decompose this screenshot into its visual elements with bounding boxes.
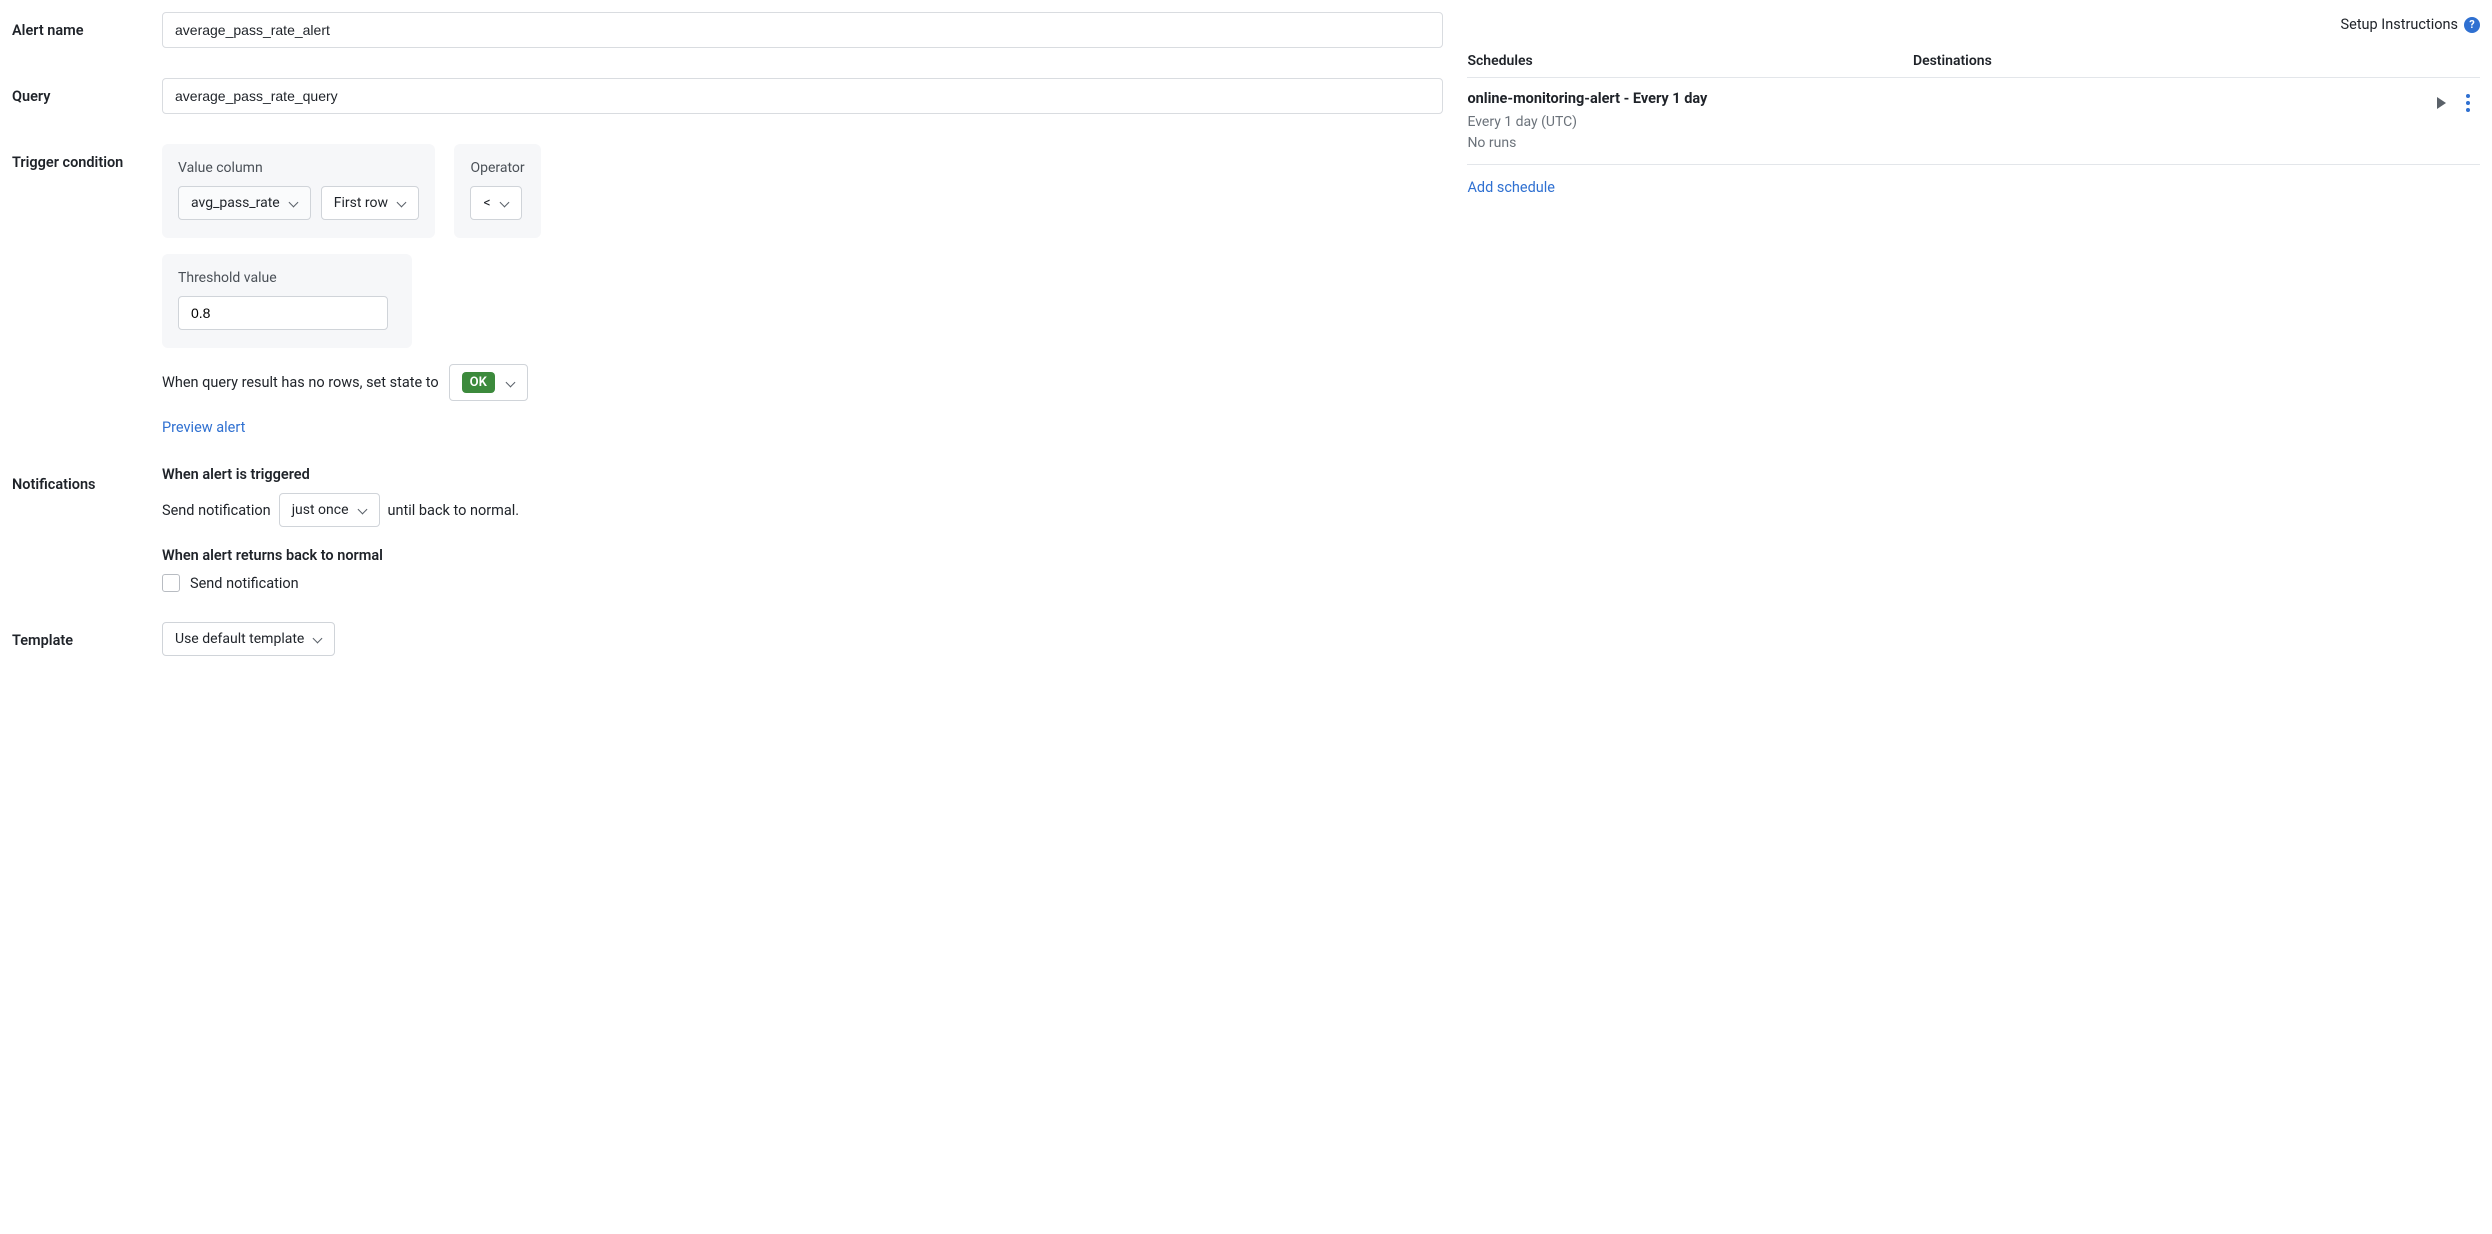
threshold-input[interactable] — [178, 296, 388, 330]
chevron-down-icon — [505, 378, 515, 388]
schedule-row: online-monitoring-alert - Every 1 day Ev… — [1467, 78, 2480, 165]
frequency-select[interactable]: just once — [279, 493, 380, 527]
operator-label: Operator — [470, 160, 524, 176]
operator-select[interactable]: < — [470, 186, 521, 220]
query-label: Query — [12, 78, 162, 105]
template-label: Template — [12, 622, 162, 649]
query-input[interactable] — [162, 78, 1443, 114]
value-column-text: avg_pass_rate — [191, 195, 280, 211]
no-rows-text: When query result has no rows, set state… — [162, 374, 439, 391]
trigger-condition-label: Trigger condition — [12, 144, 162, 171]
setup-instructions-text: Setup Instructions — [2341, 16, 2458, 33]
template-text: Use default template — [175, 631, 304, 647]
chevron-down-icon — [357, 505, 367, 515]
play-icon[interactable] — [2437, 97, 2446, 109]
normal-heading: When alert returns back to normal — [162, 547, 1443, 564]
ok-badge: OK — [462, 372, 495, 393]
no-rows-state-select[interactable]: OK — [449, 364, 528, 401]
preview-alert-link[interactable]: Preview alert — [162, 419, 1443, 436]
schedule-cadence: Every 1 day (UTC) — [1467, 112, 2437, 133]
template-select[interactable]: Use default template — [162, 622, 335, 656]
add-schedule-link[interactable]: Add schedule — [1467, 165, 1555, 196]
chevron-down-icon — [499, 198, 509, 208]
value-column-group: Value column avg_pass_rate First row — [162, 144, 435, 238]
frequency-text: just once — [292, 502, 349, 518]
schedule-title: online-monitoring-alert - Every 1 day — [1467, 88, 1727, 110]
threshold-group: Threshold value — [162, 254, 412, 348]
chevron-down-icon — [288, 198, 298, 208]
alert-name-input[interactable] — [162, 12, 1443, 48]
schedule-runs: No runs — [1467, 133, 2437, 154]
operator-group: Operator < — [454, 144, 540, 238]
help-icon: ? — [2464, 17, 2480, 33]
value-column-select[interactable]: avg_pass_rate — [178, 186, 311, 220]
setup-instructions-link[interactable]: Setup Instructions ? — [1467, 16, 2480, 33]
chevron-down-icon — [396, 198, 406, 208]
operator-text: < — [483, 195, 490, 211]
threshold-label: Threshold value — [178, 270, 396, 286]
row-scope-text: First row — [334, 195, 388, 211]
kebab-menu-icon[interactable] — [2464, 92, 2472, 114]
destinations-header: Destinations — [1913, 53, 1992, 69]
notifications-label: Notifications — [12, 466, 162, 493]
triggered-heading: When alert is triggered — [162, 466, 1443, 483]
normal-checkbox[interactable] — [162, 574, 180, 592]
alert-name-label: Alert name — [12, 12, 162, 39]
chevron-down-icon — [312, 634, 322, 644]
send-prefix: Send notification — [162, 502, 271, 519]
schedules-header: Schedules — [1467, 53, 1913, 69]
row-scope-select[interactable]: First row — [321, 186, 419, 220]
normal-checkbox-label: Send notification — [190, 575, 299, 592]
value-column-label: Value column — [178, 160, 419, 176]
send-suffix: until back to normal. — [388, 502, 520, 519]
